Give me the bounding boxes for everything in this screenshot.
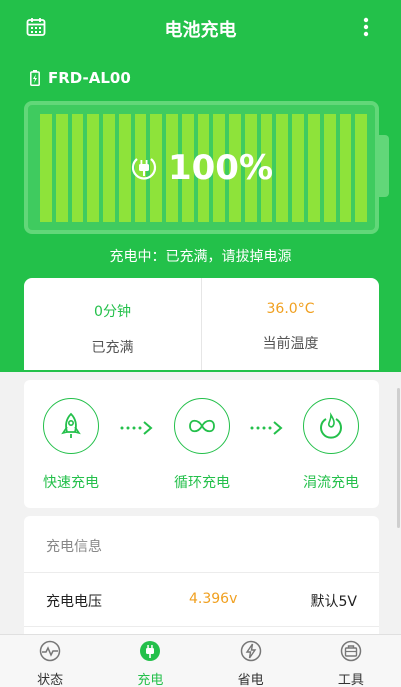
mode-circle [43, 398, 99, 454]
charge-info-card: 充电信息 充电电压 4.396v 默认5V [24, 516, 379, 634]
infinity-icon [189, 419, 215, 433]
nav-label: 省电 [237, 673, 264, 687]
more-vert-icon[interactable] [358, 15, 374, 39]
bottom-nav: 状态 充电 省电 工具 [0, 634, 401, 687]
mode-circle [303, 398, 359, 454]
stats-card: 0分钟 已充满 36.0°C 当前温度 [24, 278, 379, 370]
nav-charge[interactable]: 充电 [100, 635, 200, 687]
info-key: 充电电压 [46, 594, 102, 610]
info-header: 充电信息 [46, 539, 102, 555]
battery-small-icon [30, 70, 40, 86]
nav-status[interactable]: 状态 [0, 635, 100, 687]
battery-label: 100% [28, 105, 375, 230]
mode-fast-charge[interactable]: 快速充电 [31, 398, 111, 492]
rocket-icon [61, 412, 81, 438]
arrow-right-icon [120, 421, 153, 435]
nav-tools[interactable]: 工具 [301, 635, 401, 687]
mode-cycle-charge[interactable]: 循环充电 [162, 398, 242, 492]
stat-label: 已充满 [91, 340, 134, 356]
battery-tip [379, 135, 389, 197]
battery-gauge: 100% [24, 101, 379, 234]
top-bar: 电池充电 [0, 0, 401, 56]
mode-circle [174, 398, 230, 454]
stat-charged-time: 0分钟 已充满 [24, 278, 201, 370]
nav-label: 状态 [37, 673, 64, 687]
charge-modes-card: 快速充电 循环充电 涓流充电 [24, 380, 379, 508]
info-value: 4.396v [189, 591, 238, 607]
divider [24, 572, 379, 573]
device-label: FRD-AL00 [30, 67, 131, 89]
device-name: FRD-AL00 [48, 69, 131, 87]
battery-percent: 100% [167, 147, 274, 188]
info-row-voltage: 充电电压 4.396v 默认5V [24, 591, 379, 613]
stat-temperature: 36.0°C 当前温度 [201, 278, 379, 370]
stat-value: 0分钟 [94, 304, 131, 320]
stat-value: 36.0°C [266, 301, 315, 317]
bolt-icon [240, 640, 261, 662]
plug-icon [131, 157, 157, 180]
info-default: 默认5V [310, 594, 357, 610]
divider [24, 626, 379, 627]
toolbox-icon [340, 640, 362, 662]
mode-label: 涓流充电 [303, 475, 359, 491]
mode-label: 快速充电 [43, 475, 99, 491]
page-title: 电池充电 [164, 20, 237, 41]
charging-status: 充电中：已充满，请拔掉电源 [109, 249, 292, 265]
mode-trickle-charge[interactable]: 涓流充电 [291, 398, 371, 492]
nav-power-save[interactable]: 省电 [201, 635, 301, 687]
mode-label: 循环充电 [174, 475, 230, 491]
plug-icon [140, 641, 161, 661]
stat-label: 当前温度 [262, 336, 319, 352]
trickle-drop-icon [320, 412, 342, 439]
nav-label: 充电 [137, 673, 164, 687]
arrow-right-icon [250, 421, 283, 435]
pulse-icon [39, 640, 61, 662]
nav-label: 工具 [337, 673, 364, 687]
scrollbar[interactable] [397, 388, 400, 528]
